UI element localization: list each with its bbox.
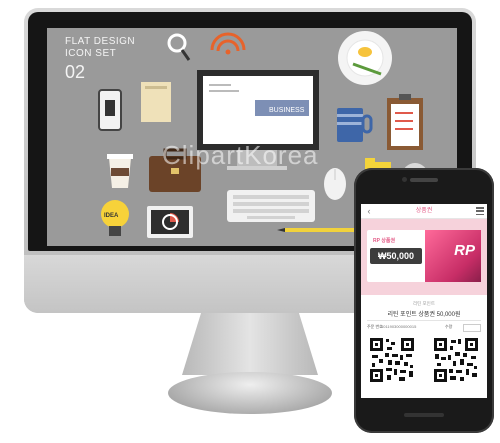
watermark: ClipartKorea: [162, 140, 319, 170]
hamburger-menu-icon[interactable]: [476, 207, 484, 215]
gift-card[interactable]: RP 상품권 ₩50,000 RP: [367, 230, 481, 282]
smartphone: ‹ 상품권 RP 상품권 ₩50,000 RP 리틴 포인트 리틴 포인트 상품…: [354, 168, 494, 433]
product-title: 리틴 포인트 상품권 50,000원: [387, 312, 461, 318]
qr-code-2: [433, 337, 479, 383]
tablet-chart-icon: [147, 206, 193, 238]
keyboard-icon: [227, 190, 315, 222]
folder-icon: [141, 82, 171, 122]
speaker-grille: [410, 178, 438, 182]
quantity-field[interactable]: [463, 324, 481, 332]
small-phone-icon: [98, 89, 122, 131]
mouse-icon: [324, 168, 346, 200]
order-row: 주문 번호 1011903000000015 수량: [367, 323, 481, 332]
app-title: 상품권: [415, 208, 433, 214]
pencil-icon: [277, 228, 355, 232]
wifi-icon: [210, 32, 246, 55]
gift-card-graphic: RP: [425, 230, 481, 282]
product-brand: 리틴 포인트: [413, 301, 435, 306]
home-indicator[interactable]: [404, 413, 444, 417]
gift-card-amount: ₩50,000: [370, 248, 422, 264]
idea-label: IDEA: [104, 213, 119, 219]
order-number-value: 1011903000000015: [381, 324, 417, 329]
plate-icon: [338, 31, 392, 85]
clipboard-icon: [387, 94, 423, 150]
gift-card-left: RP 상품권 ₩50,000: [367, 230, 425, 282]
rp-logo: RP: [454, 242, 475, 259]
magnifier-icon: [167, 33, 191, 61]
monitor-stand-base: [168, 372, 332, 414]
gift-card-badge: RP 상품권: [373, 238, 396, 244]
qr-code-1: [369, 337, 415, 383]
monitor-stand-neck: [182, 313, 318, 375]
mug-icon: [337, 108, 373, 142]
gift-card-banner: RP 상품권 ₩50,000 RP: [361, 219, 487, 295]
app-header: ‹ 상품권: [361, 204, 487, 219]
divider: [367, 320, 481, 321]
scene: FLAT DESIGN ICON SET 02 BUSINESS IDEA Cl…: [0, 0, 500, 443]
quantity-label: 수량: [445, 324, 453, 329]
camera-icon: [402, 177, 407, 182]
coffee-cup-icon: [107, 154, 133, 188]
business-label: BUSINESS: [269, 107, 305, 114]
phone-screen: ‹ 상품권 RP 상품권 ₩50,000 RP 리틴 포인트 리틴 포인트 상품…: [361, 204, 487, 398]
